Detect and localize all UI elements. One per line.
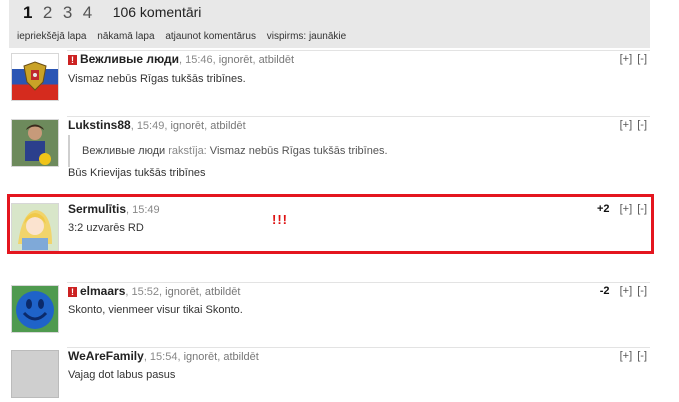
page-1-link[interactable]: 1 — [23, 3, 32, 23]
comment-item: Lukstins88, 15:49, ignorēt, atbildēt [+]… — [9, 116, 650, 188]
downvote-button[interactable]: [-] — [637, 53, 647, 65]
comments-header: 1 2 3 4 106 komentāri iepriekšējā lapa n… — [9, 0, 650, 48]
highlight-box — [7, 194, 654, 254]
comment-meta: Lukstins88, 15:49, ignorēt, atbildēt — [68, 118, 246, 132]
comment-count: 106 komentāri — [112, 4, 202, 20]
ignore-link[interactable]: ignorēt — [184, 351, 218, 363]
ignore-link[interactable]: ignorēt — [170, 120, 204, 132]
divider — [67, 116, 650, 117]
avatar[interactable] — [11, 285, 59, 333]
comment-time: , 15:54, — [143, 351, 184, 363]
comment-time: , 15:52, — [125, 286, 166, 298]
reply-link[interactable]: atbildēt — [259, 54, 294, 66]
downvote-button[interactable]: [-] — [637, 350, 647, 362]
ignore-link[interactable]: ignorēt — [219, 54, 253, 66]
quoted-comment: Вежливые люди rakstīja: Vismaz nebūs Rīg… — [68, 135, 488, 167]
comment-text: Skonto, vienmeer visur tikai Skonto. — [68, 304, 243, 316]
comment-author[interactable]: elmaars — [80, 284, 125, 298]
quoted-text: Vismaz nebūs Rīgas tukšās tribīnes. — [206, 145, 388, 157]
downvote-button[interactable]: [-] — [637, 119, 647, 131]
blue-smiley-icon — [12, 286, 58, 332]
vote-controls: -2 [+] [-] — [600, 284, 647, 298]
vote-controls: [+] [-] — [618, 118, 647, 132]
divider — [67, 347, 650, 348]
reply-link[interactable]: atbildēt — [205, 286, 240, 298]
comment-time: , 15:49, — [130, 120, 171, 132]
vote-controls: [+] [-] — [618, 349, 647, 363]
warning-icon: ! — [68, 55, 77, 65]
comment-author[interactable]: WeAreFamily — [68, 349, 144, 363]
page-4-link[interactable]: 4 — [83, 3, 92, 23]
comment-text: Vismaz nebūs Rīgas tukšās tribīnes. — [68, 73, 246, 85]
reply-link[interactable]: atbildēt — [223, 351, 258, 363]
avatar[interactable] — [11, 119, 59, 167]
comment-item: ! elmaars, 15:52, ignorēt, atbildēt -2 [+… — [9, 282, 650, 338]
comment-nav: iepriekšējā lapa nākamā lapa atjaunot ko… — [17, 31, 354, 42]
avatar[interactable] — [11, 53, 59, 101]
player-photo-icon — [12, 120, 58, 166]
coat-of-arms-icon — [23, 61, 47, 91]
comment-author[interactable]: Lukstins88 — [68, 118, 131, 132]
comment-time: , 15:46, — [179, 54, 219, 66]
quote-verb: rakstīja: — [165, 145, 207, 157]
quoted-author: Вежливые люди — [82, 145, 166, 157]
prev-page-link[interactable]: iepriekšējā lapa — [17, 31, 87, 42]
pagination: 1 2 3 4 106 komentāri — [23, 3, 201, 25]
comment-item: WeAreFamily, 15:54, ignorēt, atbildēt [+… — [9, 347, 650, 402]
downvote-button[interactable]: [-] — [637, 285, 647, 297]
divider — [67, 50, 650, 51]
exclamation-marker: !!! — [272, 212, 288, 227]
next-page-link[interactable]: nākamā lapa — [97, 31, 154, 42]
comment-text: Vajag dot labus pasus — [68, 369, 176, 381]
comment-score: -2 — [599, 285, 610, 297]
comment-item: ! Вежливые люди, 15:46, ignorēt, atbildēt… — [9, 50, 650, 106]
ignore-link[interactable]: ignorēt — [165, 286, 199, 298]
refresh-comments-link[interactable]: atjaunot komentārus — [165, 31, 256, 42]
comment-text: Būs Krievijas tukšās tribīnes — [68, 167, 206, 179]
upvote-button[interactable]: [+] — [620, 350, 633, 362]
upvote-button[interactable]: [+] — [620, 119, 633, 131]
comment-meta: ! elmaars, 15:52, ignorēt, atbildēt — [68, 284, 540, 299]
divider — [67, 282, 650, 283]
sort-order-link[interactable]: vispirms: jaunākie — [267, 31, 346, 42]
upvote-button[interactable]: [+] — [620, 285, 633, 297]
avatar[interactable] — [11, 350, 59, 398]
reply-link[interactable]: atbildēt — [210, 120, 245, 132]
vote-controls: [+] [-] — [618, 52, 647, 66]
comment-author[interactable]: Вежливые люди — [80, 52, 179, 66]
upvote-button[interactable]: [+] — [620, 53, 633, 65]
warning-icon: ! — [68, 287, 77, 297]
page-2-link[interactable]: 2 — [43, 3, 52, 23]
comment-meta: ! Вежливые люди, 15:46, ignorēt, atbildēt — [68, 52, 540, 67]
page-3-link[interactable]: 3 — [63, 3, 72, 23]
comment-meta: WeAreFamily, 15:54, ignorēt, atbildēt — [68, 349, 259, 363]
